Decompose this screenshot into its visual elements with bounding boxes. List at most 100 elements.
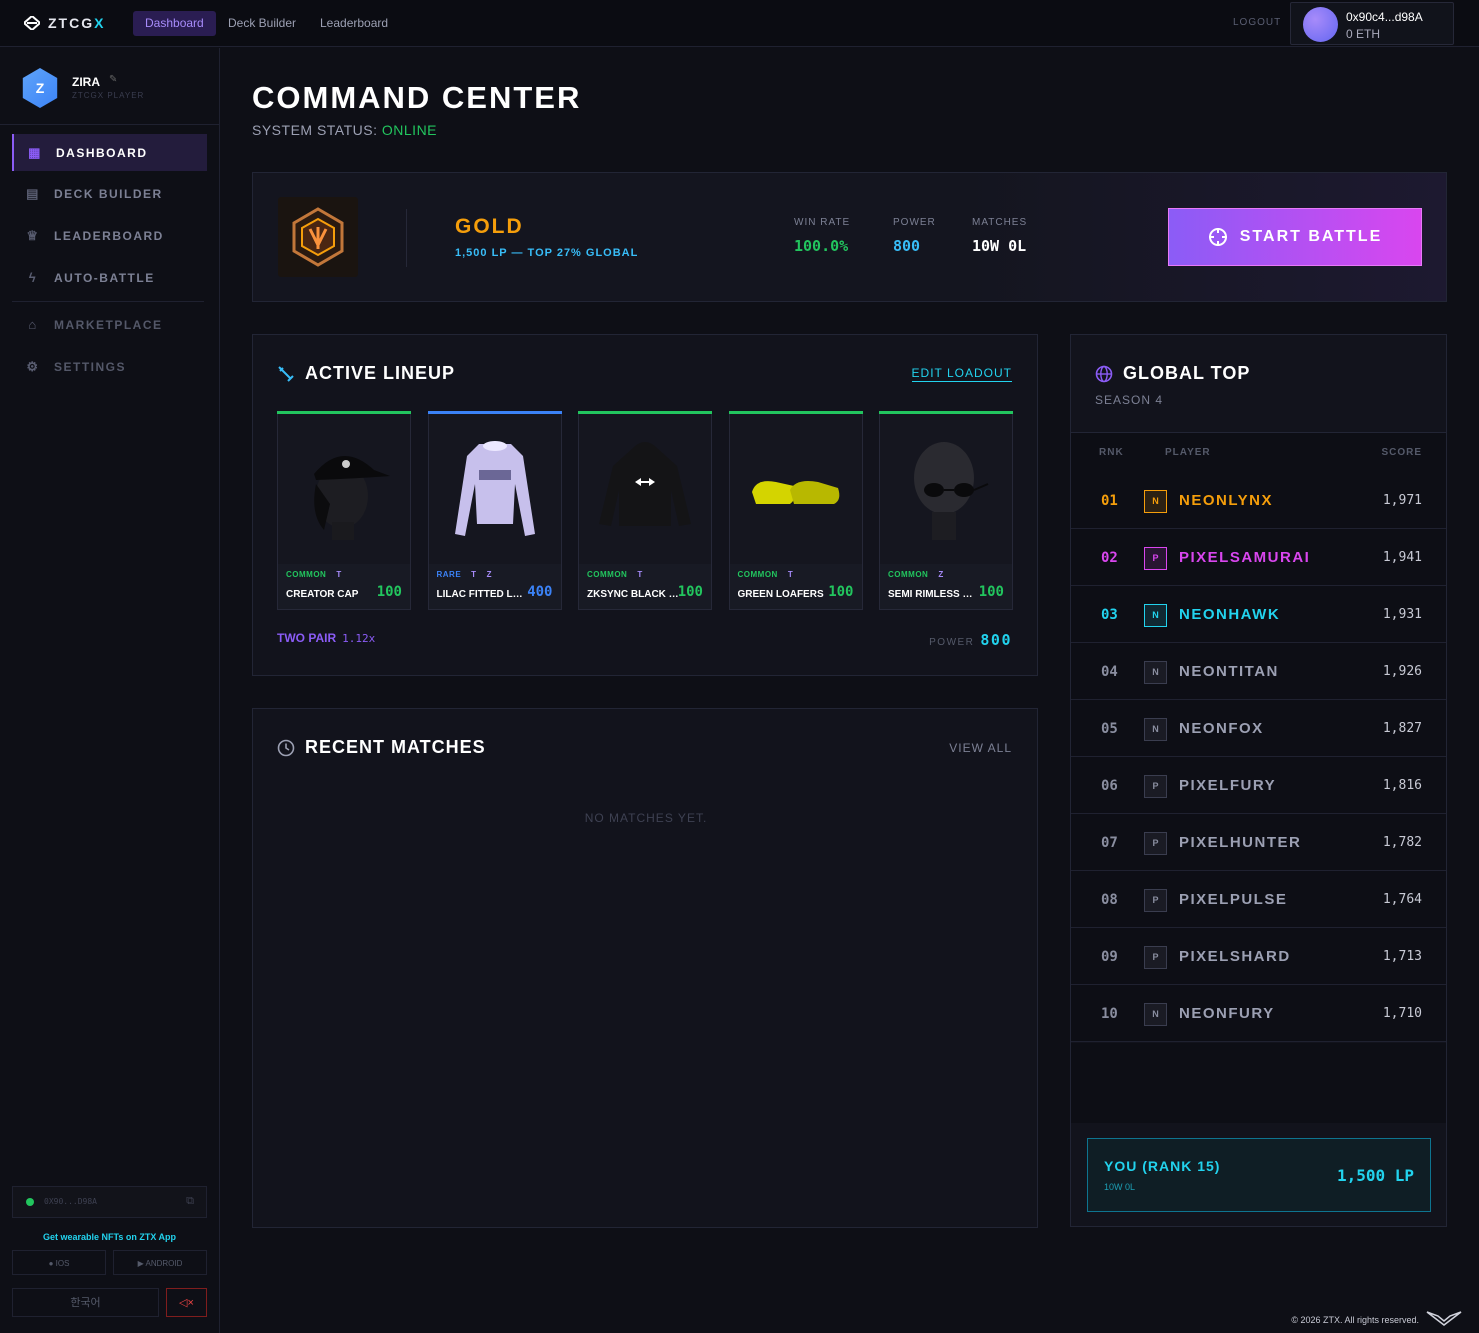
language-button[interactable]: 한국어 bbox=[12, 1288, 159, 1317]
lineup-card[interactable]: COMMON T GREEN LOAFERS 100 bbox=[728, 411, 863, 610]
store-icon: ⌂ bbox=[28, 316, 38, 332]
stat-value: 100.0% bbox=[794, 237, 849, 255]
ztx-wing-logo-icon bbox=[1426, 1311, 1462, 1326]
glasses-icon bbox=[880, 414, 1012, 564]
your-rank-card: YOU (RANK 15) 10W 0L 1,500 LP bbox=[1087, 1138, 1431, 1212]
ios-button[interactable]: ● IOS bbox=[12, 1250, 106, 1275]
card-name: LILAC FITTED LONG SLEEVE bbox=[436, 589, 529, 600]
power-value: 800 bbox=[980, 631, 1012, 649]
sidebar-item-deck-builder[interactable]: ▤ DECK BUILDER bbox=[12, 175, 207, 212]
row-player: PIXELSAMURAI bbox=[1179, 549, 1311, 566]
card-tag: T bbox=[336, 570, 342, 579]
sidebar-item-dashboard[interactable]: ▦ DASHBOARD bbox=[12, 134, 207, 171]
row-player: NEONLYNX bbox=[1179, 492, 1273, 509]
leaderboard-row[interactable]: 09 P PIXELSHARD 1,713 bbox=[1071, 928, 1446, 985]
card-power: 400 bbox=[527, 584, 553, 600]
panel-title: ACTIVE LINEUP bbox=[277, 363, 455, 384]
lineup-card[interactable]: COMMON T CREATOR CAP 100 bbox=[277, 411, 411, 610]
card-tags: RARE T Z bbox=[437, 570, 502, 579]
player-initial-badge: N bbox=[1144, 604, 1167, 627]
tab-leaderboard[interactable]: Leaderboard bbox=[308, 11, 400, 36]
card-name: CREATOR CAP bbox=[286, 589, 359, 600]
sidebar-item-label: LEADERBOARD bbox=[54, 228, 164, 243]
wallet-avatar bbox=[1303, 7, 1338, 42]
copy-icon[interactable]: ⧉ bbox=[186, 1195, 194, 1208]
mute-icon: ◁× bbox=[179, 1297, 194, 1309]
leaderboard-row[interactable]: 07 P PIXELHUNTER 1,782 bbox=[1071, 814, 1446, 871]
card-rarity: RARE bbox=[436, 570, 462, 579]
row-player: PIXELSHARD bbox=[1179, 948, 1291, 965]
view-all-link[interactable]: VIEW ALL bbox=[949, 741, 1012, 755]
edit-name-icon[interactable]: ✎ bbox=[109, 74, 117, 85]
leaderboard-row[interactable]: 01 N NEONLYNX 1,971 bbox=[1071, 472, 1446, 529]
sidebar-item-auto-battle[interactable]: ϟ AUTO-BATTLE bbox=[12, 259, 207, 296]
crosshair-icon bbox=[1208, 228, 1227, 246]
connected-dot bbox=[26, 1198, 34, 1206]
row-player: NEONHAWK bbox=[1179, 606, 1281, 623]
row-rank: 03 bbox=[1101, 607, 1118, 623]
stat-power: POWER 800 bbox=[893, 217, 936, 255]
stat-matches: MATCHES 10W 0L bbox=[972, 217, 1027, 255]
divider bbox=[406, 209, 407, 267]
card-name: ZKSYNC BLACK HOODIE bbox=[587, 589, 679, 600]
your-rank: YOU (RANK 15) bbox=[1104, 1158, 1221, 1174]
header-score: SCORE bbox=[1381, 447, 1422, 458]
globe-icon bbox=[1095, 365, 1113, 382]
leaderboard-spacer bbox=[1071, 1043, 1446, 1123]
sidebar-item-label: SETTINGS bbox=[54, 359, 127, 374]
wallet-button[interactable]: 0x90c4...d98A 0 ETH bbox=[1290, 2, 1454, 45]
leaderboard-row[interactable]: 03 N NEONHAWK 1,931 bbox=[1071, 586, 1446, 643]
leaderboard-row[interactable]: 10 N NEONFURY 1,710 bbox=[1071, 985, 1446, 1042]
lineup-card[interactable]: RARE TZ LILAC FITTED LONG SLEEVE 400 bbox=[427, 411, 562, 610]
top-bar: ZTCGX Dashboard Deck Builder Leaderboard… bbox=[0, 0, 1479, 47]
lineup-card[interactable]: COMMON T ZKSYNC BLACK HOODIE 100 bbox=[578, 411, 712, 610]
mute-button[interactable]: ◁× bbox=[166, 1288, 207, 1317]
tab-dashboard[interactable]: Dashboard bbox=[133, 11, 216, 36]
card-tags: COMMON T bbox=[286, 570, 352, 579]
leaderboard-row[interactable]: 06 P PIXELFURY 1,816 bbox=[1071, 757, 1446, 814]
player-initial-badge: P bbox=[1144, 832, 1167, 855]
card-name: SEMI RIMLESS GLASSES bbox=[888, 589, 980, 600]
row-player: NEONFURY bbox=[1179, 1005, 1275, 1022]
logo-accent: X bbox=[94, 15, 106, 31]
logo[interactable]: ZTCGX bbox=[24, 15, 105, 31]
card-power: 100 bbox=[677, 584, 703, 600]
card-tags: COMMON T bbox=[587, 570, 653, 579]
apple-icon: ● bbox=[48, 1259, 56, 1268]
sidebar-item-marketplace[interactable]: ⌂ MARKETPLACE bbox=[12, 306, 207, 343]
hoodie-icon bbox=[579, 414, 711, 564]
row-score: 1,827 bbox=[1382, 721, 1422, 736]
row-score: 1,710 bbox=[1382, 1006, 1422, 1021]
page-title: COMMAND CENTER bbox=[252, 80, 582, 115]
leaderboard-row[interactable]: 02 P PIXELSAMURAI 1,941 bbox=[1071, 529, 1446, 586]
sword-icon bbox=[278, 365, 294, 382]
profile: Z ZIRA ✎ ZTCGX PLAYER bbox=[0, 48, 219, 125]
sidebar-item-leaderboard[interactable]: ♕ LEADERBOARD bbox=[12, 217, 207, 254]
card-tag: Z bbox=[486, 570, 492, 579]
combo-multiplier: 1.12x bbox=[342, 632, 376, 645]
ios-label: IOS bbox=[55, 1259, 70, 1268]
sidebar-item-settings[interactable]: ⚙ SETTINGS bbox=[12, 348, 207, 385]
lineup-card[interactable]: COMMON Z SEMI RIMLESS GLASSES 100 bbox=[879, 411, 1013, 610]
header-player: PLAYER bbox=[1165, 447, 1211, 458]
row-score: 1,764 bbox=[1382, 892, 1422, 907]
card-rarity: COMMON bbox=[737, 570, 778, 579]
logout-button[interactable]: LOGOUT bbox=[1233, 17, 1281, 28]
leaderboard-row[interactable]: 08 P PIXELPULSE 1,764 bbox=[1071, 871, 1446, 928]
card-tag: T bbox=[471, 570, 477, 579]
edit-loadout-link[interactable]: EDIT LOADOUT bbox=[911, 366, 1012, 382]
row-rank: 08 bbox=[1101, 892, 1118, 908]
panel-title: RECENT MATCHES bbox=[277, 737, 486, 758]
leaderboard-row[interactable]: 05 N NEONFOX 1,827 bbox=[1071, 700, 1446, 757]
card-rarity: COMMON bbox=[888, 570, 929, 579]
leaderboard-row[interactable]: 04 N NEONTITAN 1,926 bbox=[1071, 643, 1446, 700]
trophy-icon: ♕ bbox=[26, 227, 40, 243]
android-button[interactable]: ▶ ANDROID bbox=[113, 1250, 207, 1275]
tab-deck-builder[interactable]: Deck Builder bbox=[216, 11, 308, 36]
row-player: NEONTITAN bbox=[1179, 663, 1279, 680]
get-app-link[interactable]: Get wearable NFTs on ZTX App bbox=[0, 1232, 219, 1242]
rank-badge-icon bbox=[278, 197, 358, 277]
footer-copyright: © 2026 ZTX. All rights reserved. bbox=[1291, 1315, 1419, 1325]
start-battle-button[interactable]: START BATTLE bbox=[1168, 208, 1422, 266]
system-status: SYSTEM STATUS: ONLINE bbox=[252, 122, 437, 138]
